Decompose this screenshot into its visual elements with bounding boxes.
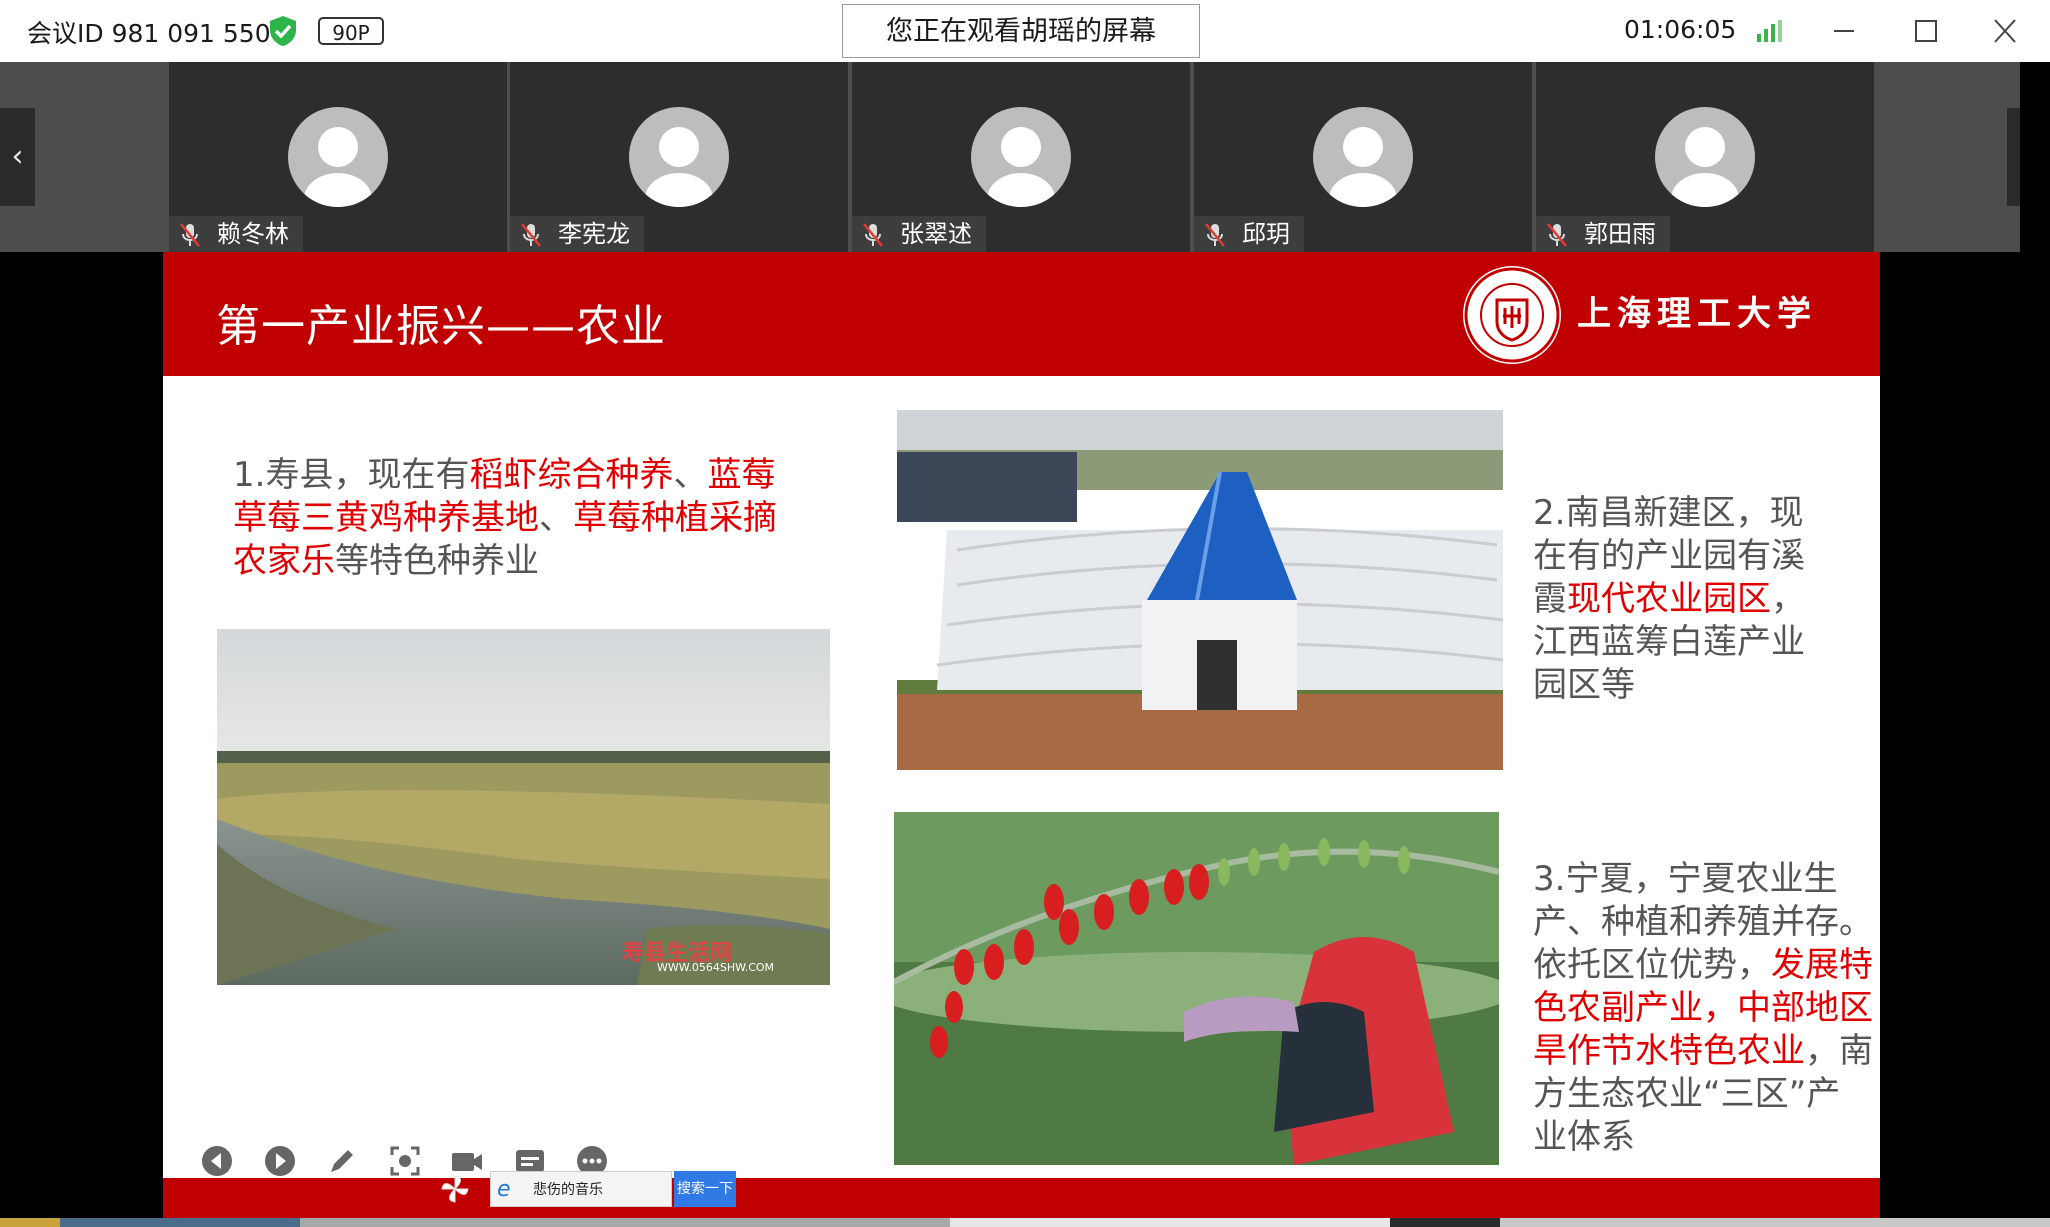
meeting-timer: 01:06:05 [1624,15,1737,44]
participant-tile[interactable]: 邱玥 [1194,62,1532,252]
paragraph-ningxia: 3.宁夏，宁夏农业生产、种植和养殖并存。依托区位优势，发展特色农副产业，中部地区… [1533,858,1873,1159]
slide-header: 第一产业振兴——农业 上海理工大学 [163,252,1880,376]
paragraph-nanchang: 2.南昌新建区，现在有的产业园有溪霞现代农业园区，江西蓝筹白莲产业园区等 [1533,492,1823,707]
pen-icon [331,1150,353,1172]
prev-slide-button[interactable] [200,1144,234,1178]
participant-name-tag: 张翠述 [852,216,986,252]
chevron-left-icon: ‹ [11,139,24,174]
paragraph-shouxian: 1.寿县，现在有稻虾综合种养、蓝莓草莓三黄鸡种养基地、草莓种植采摘农家乐等特色种… [233,454,793,583]
avatar [629,107,729,207]
ie-browser-icon: e [497,1177,511,1202]
window-edge [2020,62,2050,1227]
photo-goji-berries [894,812,1499,1165]
avatar [1313,107,1413,207]
shield-check-icon[interactable] [268,15,298,47]
participant-name: 郭田雨 [1584,220,1656,248]
mic-muted-icon [863,223,883,247]
para1-separator: 、 [539,498,573,538]
para2-highlight: 现代农业园区 [1567,579,1771,619]
university-seal-icon [1463,266,1561,364]
participant-tile[interactable]: 张翠述 [852,62,1190,252]
participant-name-tag: 郭田雨 [1536,216,1670,252]
pinwheel-app-icon[interactable] [440,1174,470,1204]
participant-name-tag: 邱玥 [1194,216,1304,252]
signal-icon[interactable] [1757,20,1783,42]
shared-slide: 第一产业振兴——农业 上海理工大学 1.寿县，现在有稻虾综合种养、蓝莓草莓三黄鸡… [163,252,1880,1218]
strip-prev-button[interactable]: ‹ [0,108,35,206]
participant-tile[interactable]: 李宪龙 [510,62,848,252]
participant-name: 赖冬林 [217,220,289,248]
participant-name: 张翠述 [900,220,972,248]
photo-greenhouses [897,410,1503,770]
mic-muted-icon [1205,223,1225,247]
maximize-button[interactable] [1903,10,1947,52]
quality-badge[interactable]: 90P [318,17,384,45]
close-button[interactable] [1983,10,2027,52]
participant-name: 李宪龙 [558,220,630,248]
avatar [288,107,388,207]
para1-text: 等特色种养业 [335,541,539,581]
taskbar-fragment: e 悲伤的音乐 搜索一下 [440,1170,740,1208]
screenshot-icon [390,1146,420,1176]
mic-muted-icon [521,223,541,247]
title-bar: 会议ID 981 091 550 90P 您正在观看胡瑶的屏幕 01:06:05 [0,0,2050,63]
participant-name-tag: 李宪龙 [510,216,644,252]
watermark-url: WWW.0564SHW.COM [657,961,775,974]
avatar [971,107,1071,207]
maximize-icon [1915,20,1937,42]
participant-tile[interactable]: 郭田雨 [1536,62,1874,252]
avatar [1655,107,1755,207]
close-icon [1994,19,2016,43]
screenshot-button[interactable] [388,1144,422,1178]
browser-search-input[interactable]: e 悲伤的音乐 [490,1171,672,1207]
para1-text: 1.寿县，现在有 [233,455,470,495]
minimize-button[interactable] [1822,10,1866,52]
search-text: 悲伤的音乐 [533,1182,603,1198]
minimize-icon [1834,30,1854,32]
photo-rice-field: 寿县生活网 WWW.0564SHW.COM [217,629,830,985]
para1-separator: 、 [673,455,708,495]
pen-tool-button[interactable] [325,1144,359,1178]
search-button[interactable]: 搜索一下 [674,1171,736,1207]
next-slide-button[interactable] [263,1144,297,1178]
participant-strip: ‹ › 赖冬林 李宪龙 张翠述 邱玥 郭田雨 [0,62,2050,252]
slide-title: 第一产业振兴——农业 [216,301,666,352]
participant-name: 邱玥 [1242,220,1290,248]
university-name: 上海理工大学 [1577,294,1817,334]
mic-muted-icon [1547,223,1567,247]
next-icon [265,1146,295,1176]
prev-icon [202,1146,232,1176]
screen-share-banner: 您正在观看胡瑶的屏幕 [842,4,1200,58]
meeting-id: 会议ID 981 091 550 [27,19,271,48]
desktop-taskbar-strip [0,1218,2050,1227]
slide-footer [163,1178,1880,1218]
mic-muted-icon [180,223,200,247]
participant-tile[interactable]: 赖冬林 [169,62,507,252]
participant-name-tag: 赖冬林 [169,216,303,252]
para1-highlight: 稻虾综合种养 [469,455,674,495]
